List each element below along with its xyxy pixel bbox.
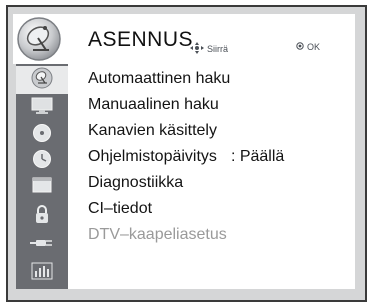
menu-item-label: Automaattinen haku	[88, 70, 231, 87]
lock-icon	[33, 204, 51, 229]
clock-icon	[32, 123, 52, 148]
monitor-icon	[31, 97, 53, 120]
plug-icon	[30, 236, 54, 255]
equalizer-icon	[31, 262, 53, 285]
sidebar-item-audio[interactable]	[29, 123, 55, 148]
setup-menu-list: Automaattinen haku Manuaalinen haku Kana…	[68, 64, 355, 289]
menu-item-label: Diagnostiikka	[88, 174, 184, 191]
menu-item-label: Manuaalinen haku	[88, 96, 219, 113]
satellite-dish-icon	[31, 67, 53, 94]
ok-hint: OK	[296, 42, 320, 52]
sidebar-item-option[interactable]	[29, 177, 55, 197]
arrow-keys-icon	[190, 42, 204, 56]
menu-item-label: DTV–kaapeliasetus	[88, 226, 227, 243]
ok-hint-label: OK	[307, 42, 321, 52]
menu-item-label: Ohjelmistopäivitys	[88, 148, 217, 165]
menu-item-label: Kanavien käsittely	[88, 122, 217, 139]
sidebar-item-time[interactable]	[29, 149, 55, 174]
page-title: ASENNUS	[88, 28, 194, 51]
menu-item-diagnostics[interactable]: Diagnostiikka	[88, 171, 183, 195]
menu-item-manual-tuning[interactable]: Manuaalinen haku	[88, 93, 219, 117]
category-sidebar	[16, 64, 68, 289]
ok-button-icon	[296, 42, 304, 52]
software-update-value: : Päällä	[230, 148, 285, 165]
menu-item-dtv-cable-setting: DTV–kaapeliasetus	[88, 223, 227, 247]
sidebar-item-lock[interactable]	[29, 204, 55, 229]
sidebar-item-multimedia[interactable]	[29, 262, 55, 285]
sidebar-item-picture[interactable]	[29, 97, 55, 120]
sidebar-item-input[interactable]	[29, 235, 55, 255]
move-hint-label: Siirrä	[207, 44, 229, 54]
satellite-dish-icon	[16, 16, 62, 62]
menu-item-auto-tuning[interactable]: Automaattinen haku	[88, 67, 230, 91]
menu-item-software-update[interactable]: Ohjelmistopäivitys : Päällä	[88, 145, 284, 169]
move-hint: Siirrä	[190, 42, 228, 56]
menu-item-ci-info[interactable]: CI–tiedot	[88, 197, 152, 221]
window-icon	[31, 176, 53, 199]
clock-icon	[32, 149, 52, 174]
menu-header: ASENNUS Siirrä OK	[13, 14, 355, 64]
sidebar-item-setup[interactable]	[16, 66, 68, 94]
menu-item-channel-edit[interactable]: Kanavien käsittely	[88, 119, 217, 143]
menu-item-label: CI–tiedot	[88, 200, 153, 217]
